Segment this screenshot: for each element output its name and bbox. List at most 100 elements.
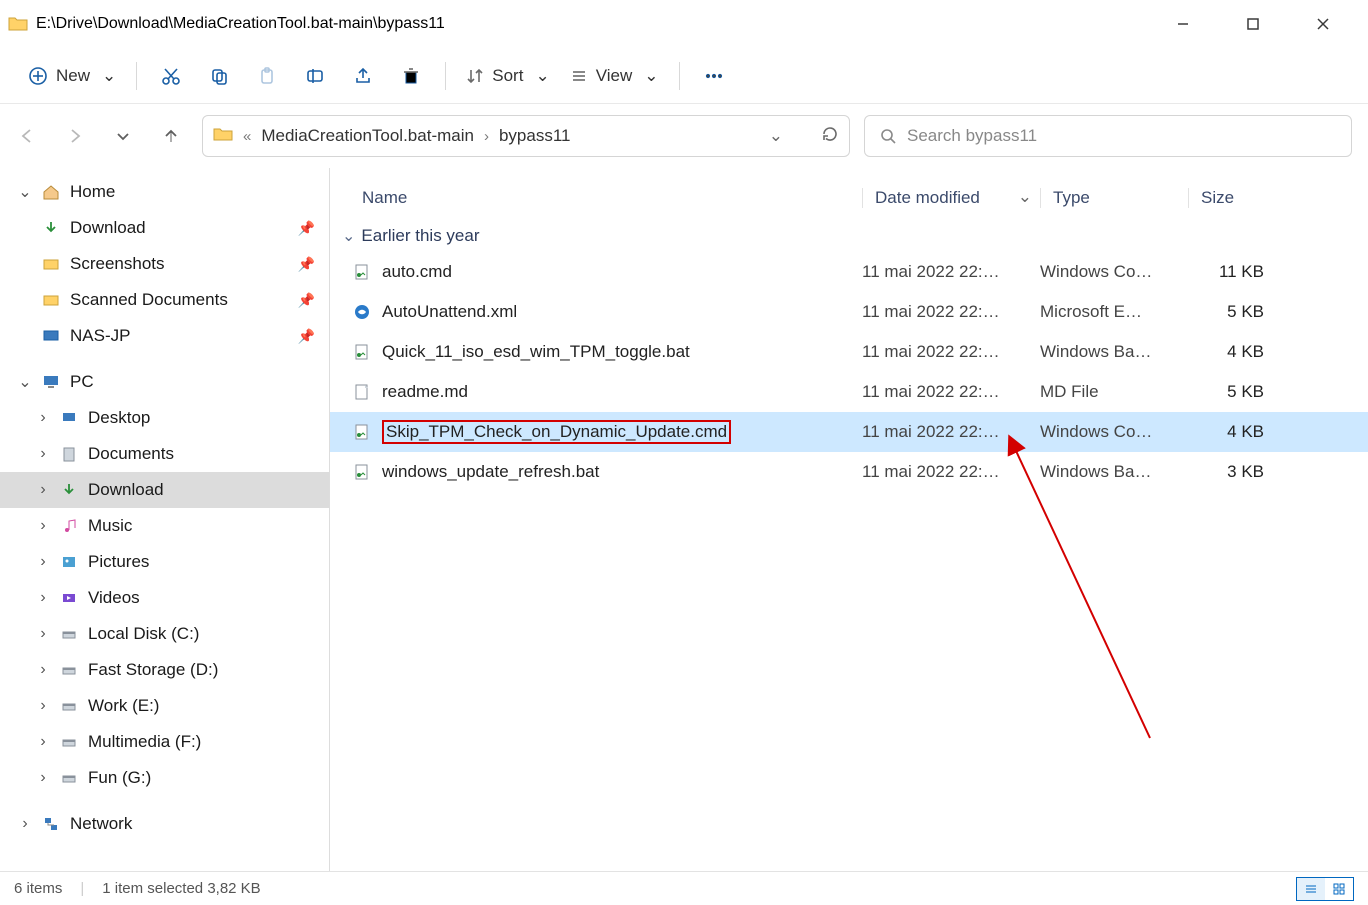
address-dropdown[interactable]: ⌄ xyxy=(769,126,783,146)
file-row[interactable]: windows_update_refresh.bat11 mai 2022 22… xyxy=(330,452,1368,492)
sidebar-pc-item[interactable]: ›Fun (G:) xyxy=(0,760,329,796)
chevron-right-icon: › xyxy=(34,733,52,751)
chevron-right-icon: › xyxy=(34,409,52,427)
view-label: View xyxy=(596,66,633,86)
file-type: Windows Co… xyxy=(1040,262,1188,282)
label: Download xyxy=(70,218,146,238)
file-date: 11 mai 2022 22:… xyxy=(862,422,1040,442)
sidebar-pc-item[interactable]: ›Work (E:) xyxy=(0,688,329,724)
drive-icon xyxy=(58,659,80,681)
thumbnails-view-icon[interactable] xyxy=(1325,878,1353,900)
close-button[interactable] xyxy=(1300,8,1346,40)
refresh-button[interactable] xyxy=(821,125,839,148)
breadcrumb-item[interactable]: MediaCreationTool.bat-main xyxy=(261,126,474,146)
up-button[interactable] xyxy=(154,119,188,153)
chevron-down-icon: ⌄ xyxy=(644,66,658,86)
chevron-down-icon[interactable]: ⌄ xyxy=(1018,187,1032,207)
view-toggle[interactable] xyxy=(1296,877,1354,901)
new-button[interactable]: New⌄ xyxy=(18,56,126,96)
rename-button[interactable] xyxy=(291,56,339,96)
sort-button[interactable]: Sort⌄ xyxy=(456,56,559,96)
file-size: 4 KB xyxy=(1188,422,1288,442)
label: Network xyxy=(70,814,132,834)
maximize-button[interactable] xyxy=(1230,8,1276,40)
label: Work (E:) xyxy=(88,696,159,716)
header-date[interactable]: Date modified⌄ xyxy=(862,188,1040,208)
cut-button[interactable] xyxy=(147,56,195,96)
file-icon xyxy=(352,382,372,402)
chevron-right-icon: › xyxy=(34,769,52,787)
view-button[interactable]: View ⌄ xyxy=(560,56,669,96)
file-date: 11 mai 2022 22:… xyxy=(862,382,1040,402)
file-row[interactable]: auto.cmd11 mai 2022 22:…Windows Co…11 KB xyxy=(330,252,1368,292)
drive-icon xyxy=(58,551,80,573)
separator xyxy=(679,62,680,90)
label: Scanned Documents xyxy=(70,290,228,310)
more-button[interactable] xyxy=(690,56,738,96)
sidebar-pc[interactable]: ⌄PC xyxy=(0,364,329,400)
folder-icon xyxy=(40,289,62,311)
sidebar-quick-nas[interactable]: NAS-JP📌 xyxy=(0,318,329,354)
label: Multimedia (F:) xyxy=(88,732,201,752)
sidebar-quick-download[interactable]: Download📌 xyxy=(0,210,329,246)
copy-button[interactable] xyxy=(195,56,243,96)
label: Pictures xyxy=(88,552,149,572)
monitor-icon xyxy=(40,325,62,347)
minimize-button[interactable] xyxy=(1160,8,1206,40)
file-name: auto.cmd xyxy=(382,262,452,282)
sidebar-pc-item[interactable]: ›Desktop xyxy=(0,400,329,436)
pc-icon xyxy=(40,371,62,393)
column-headers: Name Date modified⌄ Type Size xyxy=(330,178,1368,218)
chevron-right-icon: › xyxy=(484,128,489,145)
sidebar-pc-item[interactable]: ›Music xyxy=(0,508,329,544)
back-button[interactable] xyxy=(10,119,44,153)
details-view-icon[interactable] xyxy=(1297,878,1325,900)
chevron-down-icon: ⌄ xyxy=(342,226,355,246)
drive-icon xyxy=(58,515,80,537)
label: Download xyxy=(88,480,164,500)
sidebar-pc-item[interactable]: › Multimedia (F:) xyxy=(0,724,329,760)
share-button[interactable] xyxy=(339,56,387,96)
group-header[interactable]: ⌄Earlier this year xyxy=(330,218,1368,252)
file-row[interactable]: Skip_TPM_Check_on_Dynamic_Update.cmd11 m… xyxy=(330,412,1368,452)
header-type[interactable]: Type xyxy=(1040,188,1188,208)
sidebar-network[interactable]: ›Network xyxy=(0,806,329,842)
file-icon xyxy=(352,422,372,442)
recent-dropdown[interactable] xyxy=(106,119,140,153)
label: Documents xyxy=(88,444,174,464)
search-input[interactable] xyxy=(907,126,1337,146)
forward-button[interactable] xyxy=(58,119,92,153)
drive-icon xyxy=(58,479,80,501)
delete-button[interactable] xyxy=(387,56,435,96)
file-row[interactable]: Quick_11_iso_esd_wim_TPM_toggle.bat11 ma… xyxy=(330,332,1368,372)
sidebar-pc-item[interactable]: ›Documents xyxy=(0,436,329,472)
header-size[interactable]: Size xyxy=(1188,188,1288,208)
chevron-down-icon: ⌄ xyxy=(16,182,34,202)
toolbar: New⌄ Sort⌄ View ⌄ xyxy=(0,48,1368,104)
pin-icon: 📌 xyxy=(298,256,315,273)
file-row[interactable]: AutoUnattend.xml11 mai 2022 22:…Microsof… xyxy=(330,292,1368,332)
drive-icon xyxy=(58,767,80,789)
sidebar-pc-item[interactable]: ›Videos xyxy=(0,580,329,616)
breadcrumb-item[interactable]: bypass11 xyxy=(499,126,571,146)
download-icon xyxy=(40,217,62,239)
sidebar-home[interactable]: ⌄Home xyxy=(0,174,329,210)
search-box[interactable] xyxy=(864,115,1352,157)
label: Videos xyxy=(88,588,140,608)
chevron-right-icon: › xyxy=(34,481,52,499)
sidebar-pc-item[interactable]: ›Pictures xyxy=(0,544,329,580)
file-row[interactable]: readme.md11 mai 2022 22:…MD File5 KB xyxy=(330,372,1368,412)
label: Fast Storage (D:) xyxy=(88,660,218,680)
sidebar-pc-item[interactable]: ›Local Disk (C:) xyxy=(0,616,329,652)
home-icon xyxy=(40,181,62,203)
sidebar-quick-screenshots[interactable]: Screenshots📌 xyxy=(0,246,329,282)
file-size: 11 KB xyxy=(1188,262,1288,282)
sidebar-quick-scanned[interactable]: Scanned Documents📌 xyxy=(0,282,329,318)
address-bar[interactable]: « MediaCreationTool.bat-main › bypass11 … xyxy=(202,115,850,157)
header-name[interactable]: Name xyxy=(330,188,862,208)
paste-button[interactable] xyxy=(243,56,291,96)
sidebar-pc-item[interactable]: › Download xyxy=(0,472,329,508)
file-type: Windows Co… xyxy=(1040,422,1188,442)
sidebar-pc-item[interactable]: ›Fast Storage (D:) xyxy=(0,652,329,688)
chevron-down-icon: ⌄ xyxy=(535,66,549,86)
